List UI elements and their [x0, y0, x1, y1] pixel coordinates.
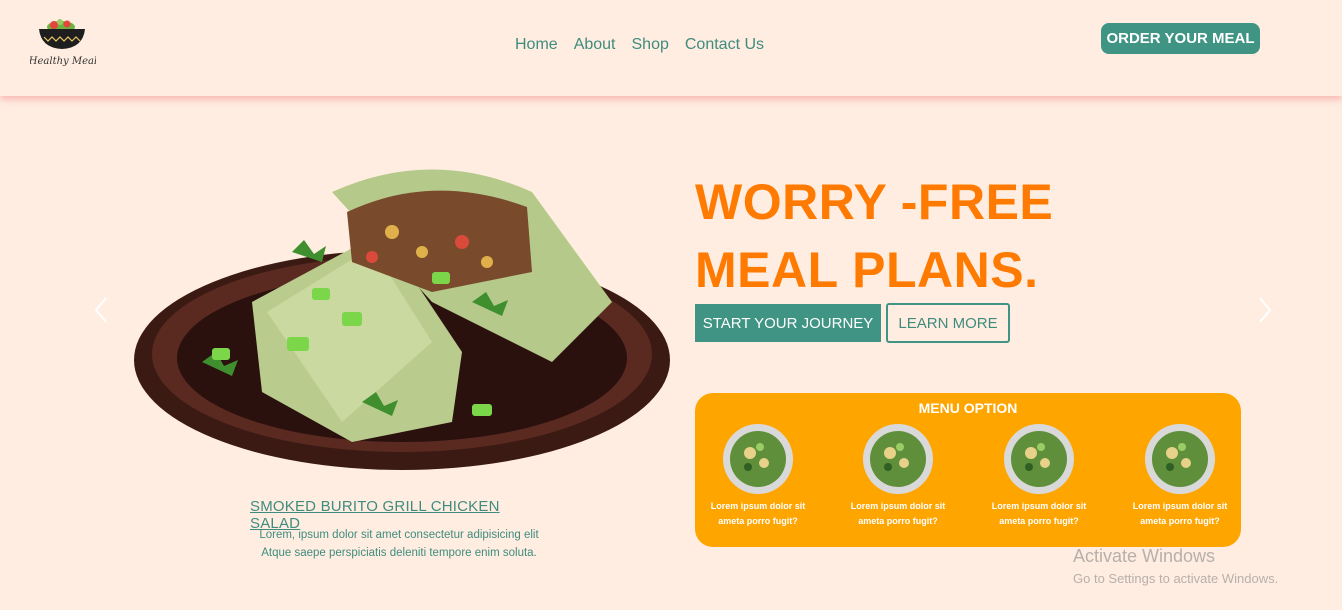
menu-item-text-line1: Lorem ipsum dolor sit	[710, 501, 806, 511]
order-your-meal-button[interactable]: ORDER YOUR MEAL	[1101, 23, 1260, 54]
menu-option-card: MENU OPTION Lorem ipsum dolor sit ameta …	[695, 393, 1241, 547]
main-nav: Home About Shop Contact Us	[515, 36, 764, 54]
healthy-meal-logo[interactable]: Healthy Meal	[30, 18, 96, 70]
menu-item-text-line2: ameta porro fugit?	[999, 516, 1079, 526]
menu-item[interactable]: Lorem ipsum dolor sit ameta porro fugit?	[1117, 423, 1243, 529]
hero-caption-text: Lorem, ipsum dolor sit amet consectetur …	[240, 526, 558, 562]
salad-bowl-icon	[723, 424, 793, 494]
menu-item-text-line2: ameta porro fugit?	[1140, 516, 1220, 526]
hero-caption-line1: Lorem, ipsum dolor sit amet consectetur …	[259, 529, 539, 541]
hero-headline-line1: WORRY -FREE	[695, 174, 1054, 230]
logo-text: Healthy Meal	[30, 56, 96, 67]
menu-option-title: MENU OPTION	[918, 400, 1018, 416]
menu-item-text-line2: ameta porro fugit?	[718, 516, 798, 526]
menu-item-text-line2: ameta porro fugit?	[858, 516, 938, 526]
hero-headline: WORRY -FREE MEAL PLANS.	[695, 168, 1053, 304]
menu-item-text-line1: Lorem ipsum dolor sit	[1132, 501, 1228, 511]
burrito-plate-image	[134, 169, 670, 470]
chevron-right-icon[interactable]	[1257, 296, 1273, 324]
learn-more-button[interactable]: LEARN MORE	[886, 303, 1010, 343]
menu-item[interactable]: Lorem ipsum dolor sit ameta porro fugit?	[976, 423, 1102, 529]
activate-windows-title: Activate Windows	[1073, 546, 1216, 566]
menu-item-text-line1: Lorem ipsum dolor sit	[991, 501, 1087, 511]
menu-item-text-line1: Lorem ipsum dolor sit	[850, 501, 946, 511]
hero-headline-line2: MEAL PLANS.	[695, 242, 1039, 298]
nav-contact-us[interactable]: Contact Us	[685, 36, 764, 54]
salad-bowl-icon	[1145, 424, 1215, 494]
nav-about[interactable]: About	[574, 36, 616, 54]
hero-caption-line2: Atque saepe perspiciatis deleniti tempor…	[261, 547, 537, 559]
salad-bowl-icon	[863, 424, 933, 494]
menu-item[interactable]: Lorem ipsum dolor sit ameta porro fugit?	[695, 423, 821, 529]
site-header: Healthy Meal Home About Shop Contact Us …	[0, 0, 1342, 96]
menu-item[interactable]: Lorem ipsum dolor sit ameta porro fugit?	[835, 423, 961, 529]
start-your-journey-button[interactable]: START YOUR JOURNEY	[695, 304, 881, 342]
chevron-left-icon[interactable]	[93, 296, 109, 324]
salad-bowl-icon	[1004, 424, 1074, 494]
nav-shop[interactable]: Shop	[632, 36, 669, 54]
nav-home[interactable]: Home	[515, 36, 558, 54]
activate-windows-subtitle: Go to Settings to activate Windows.	[1073, 571, 1279, 586]
